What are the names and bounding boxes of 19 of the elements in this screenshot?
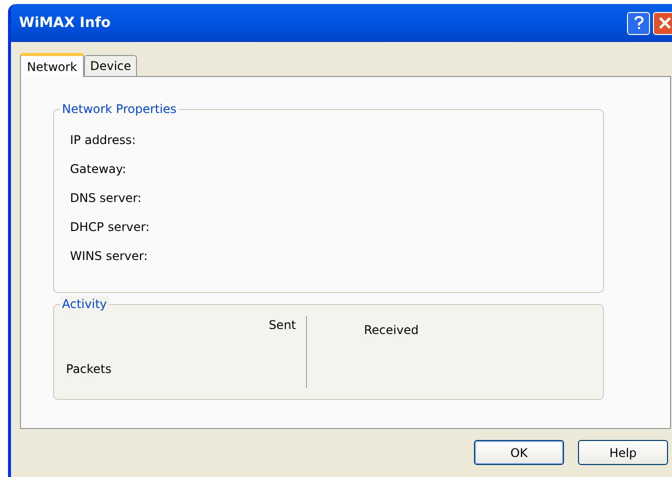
help-button[interactable] [627, 12, 650, 34]
field-label: IP address: [70, 132, 137, 149]
row-label: Packets [66, 361, 113, 377]
field-label: DNS server: [70, 190, 142, 207]
question-icon [634, 16, 644, 30]
group-title: Network Properties [60, 101, 179, 117]
field-label: WINS server: [70, 248, 149, 265]
window-title: WiMAX Info [19, 14, 112, 32]
field-label: Gateway: [70, 161, 128, 178]
field-label: DHCP server: [70, 219, 151, 236]
close-button[interactable] [653, 12, 672, 34]
column-header: Sent [268, 317, 296, 333]
dialog-button[interactable]: OK [474, 440, 564, 465]
tab[interactable]: Network [20, 53, 84, 77]
tab[interactable]: Device [84, 55, 138, 76]
group-title: Activity [60, 296, 109, 312]
dialog-button[interactable]: Help [578, 440, 668, 465]
close-icon [658, 17, 670, 29]
column-header: Received [364, 323, 419, 337]
